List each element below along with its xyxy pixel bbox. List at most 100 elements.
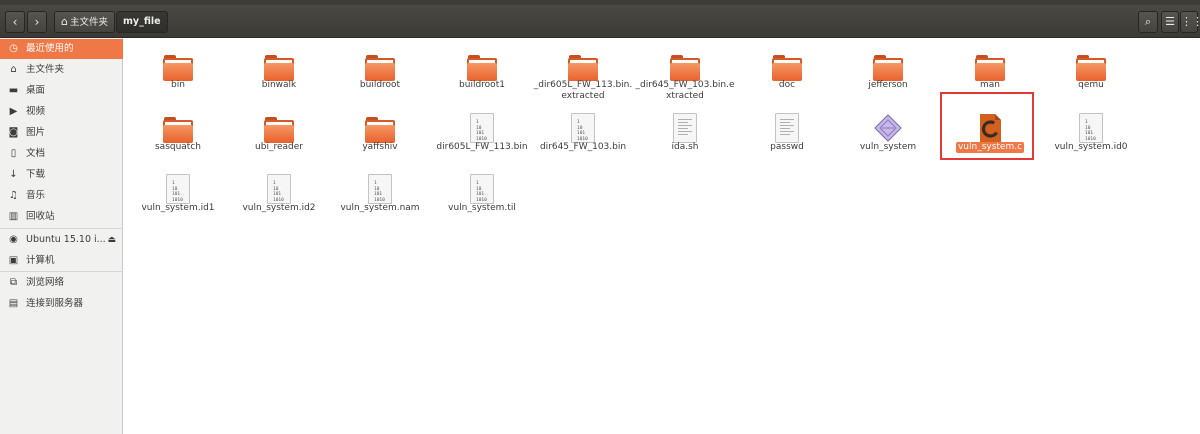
download-icon: ↓ [9,169,18,180]
binary-file-icon: 1 10 101 1010 [568,113,598,143]
file-item[interactable]: 1 10 101 1010 vuln_system.til [431,166,533,226]
sidebar-item[interactable]: ▯ 文档 [0,144,123,164]
sidebar-item[interactable]: ▶ 视频 [0,102,123,122]
file-item[interactable]: yaffshiv [329,105,431,165]
camera-icon: ◙ [8,127,19,138]
sidebar-item-label: Ubuntu 15.10 i... [26,234,106,245]
file-item[interactable]: 1 10 101 1010 vuln_system.id0 [1040,105,1142,165]
sidebar-item[interactable]: ▬ 桌面 [0,81,123,101]
folder-icon [467,51,497,81]
file-name: buildroot [359,80,401,90]
desktop-icon: ▬ [8,85,19,96]
file-item[interactable]: passwd [736,105,838,165]
file-item[interactable]: sasquatch [127,105,229,165]
file-item[interactable]: bin [127,43,229,103]
file-name: qemu [1078,80,1104,90]
binary-file-icon: 1 10 101 1010 [467,113,497,143]
binary-file-icon: 1 10 101 1010 [163,174,193,204]
grid-view-button[interactable]: ⋮⋮ [1180,11,1200,33]
file-grid: bin binwalk buildroot buildroot1 _dir605L_FW… [124,38,1200,434]
file-name: sasquatch [154,142,201,152]
highlight-box [940,92,1034,160]
text-file-icon [772,113,802,143]
file-item[interactable]: 1 10 101 1010 dir605L_FW_113.bin [431,105,533,165]
file-item[interactable]: ida.sh [634,105,736,165]
sidebar-item[interactable]: ◙ 图片 [0,123,123,143]
breadcrumb-home-label: 主文件夹 [69,17,108,28]
file-item[interactable]: 1 10 101 1010 dir645_FW_103.bin [532,105,634,165]
list-view-button[interactable]: ☰ [1161,11,1179,33]
file-item[interactable]: _dir605L_FW_113.bin.extracted [532,43,634,103]
sidebar-divider [0,228,123,229]
file-item[interactable]: 1 10 101 1010 vuln_system.nam [329,166,431,226]
document-icon: ▯ [10,148,17,159]
file-name: vuln_system [859,142,917,152]
sidebar-item[interactable]: ◷ 最近使用的 [0,39,123,59]
file-name: bin [171,80,185,90]
sidebar-item[interactable]: ⧉ 浏览网络 [0,273,123,293]
file-name: binwalk [261,80,297,90]
file-item[interactable]: vuln_system [837,105,939,165]
breadcrumb-home[interactable]: ⌂ 主文件夹 [54,11,115,33]
forward-button[interactable]: › [27,11,47,33]
file-item[interactable]: doc [736,43,838,103]
file-name: yaffshiv [362,142,398,152]
file-item[interactable]: ubi_reader [228,105,330,165]
sidebar-item[interactable]: ▥ 回收站 [0,207,123,227]
sidebar-divider [0,271,123,272]
file-name: jefferson [868,80,908,90]
search-button[interactable]: ⌕ [1138,11,1158,33]
sidebar-item-label: 回收站 [26,211,55,222]
file-item[interactable]: 1 10 101 1010 vuln_system.id2 [228,166,330,226]
folder-icon [365,113,395,143]
file-name: _dir645_FW_103.bin.extracted [635,80,735,101]
disc-icon: ◉ [9,234,18,245]
file-item[interactable]: buildroot1 [431,43,533,103]
folder-icon [1076,51,1106,81]
file-item[interactable]: _dir645_FW_103.bin.extracted [634,43,736,103]
folder-icon [264,51,294,81]
binary-file-icon: 1 10 101 1010 [365,174,395,204]
file-name: man [980,80,1000,90]
sidebar-item-label: 图片 [26,127,46,138]
breadcrumb-current[interactable]: my_file [116,11,168,33]
clock-icon: ◷ [9,43,18,54]
file-name: doc [778,80,796,90]
file-name: vuln_system.id1 [141,203,215,213]
binary-file-icon: 1 10 101 1010 [1076,113,1106,143]
toolbar: ‹ › ⌂ 主文件夹 my_file ⌕ ☰ ⋮⋮ [0,5,1200,38]
file-name: _dir605L_FW_113.bin.extracted [533,80,633,101]
sidebar-item[interactable]: ▣ 计算机 [0,251,123,271]
file-item[interactable]: 1 10 101 1010 vuln_system.id1 [127,166,229,226]
sidebar-item-label: 音乐 [26,190,46,201]
file-name: vuln_system.id0 [1054,142,1128,152]
sidebar-item-label: 下载 [26,169,46,180]
sidebar-item[interactable]: ⌂ 主文件夹 [0,60,123,80]
file-item[interactable]: qemu [1040,43,1142,103]
folder-icon [568,51,598,81]
music-icon: ♫ [9,190,18,201]
sidebar-item-label: 文档 [26,148,46,159]
sidebar-item[interactable]: ◉ Ubuntu 15.10 i... ⏏ [0,230,123,250]
trash-icon: ▥ [8,211,19,222]
file-item[interactable]: jefferson [837,43,939,103]
sidebar-item-label: 桌面 [26,85,46,96]
folder-icon [670,51,700,81]
folder-icon [873,51,903,81]
network-icon: ⧉ [9,277,18,288]
eject-icon[interactable]: ⏏ [107,230,116,250]
executable-icon [873,113,903,143]
back-button[interactable]: ‹ [5,11,25,33]
file-name: ida.sh [671,142,699,152]
sidebar-item-label: 计算机 [26,255,55,266]
sidebar-item[interactable]: ↓ 下载 [0,165,123,185]
sidebar: ◷ 最近使用的 ⌂ 主文件夹 ▬ 桌面 ▶ 视频 ◙ 图片 ▯ 文档 ↓ 下载 ♫ 音乐 ▥ 回收站 ◉ Ubuntu… [0,38,123,434]
sidebar-item[interactable]: ▤ 连接到服务器 [0,294,123,314]
sidebar-item-label: 浏览网络 [26,277,65,288]
sidebar-item[interactable]: ♫ 音乐 [0,186,123,206]
search-icon: ⌕ [1144,15,1152,28]
home-icon: ⌂ [61,15,68,28]
file-item[interactable]: binwalk [228,43,330,103]
file-name: vuln_system.nam [340,203,420,213]
file-item[interactable]: buildroot [329,43,431,103]
